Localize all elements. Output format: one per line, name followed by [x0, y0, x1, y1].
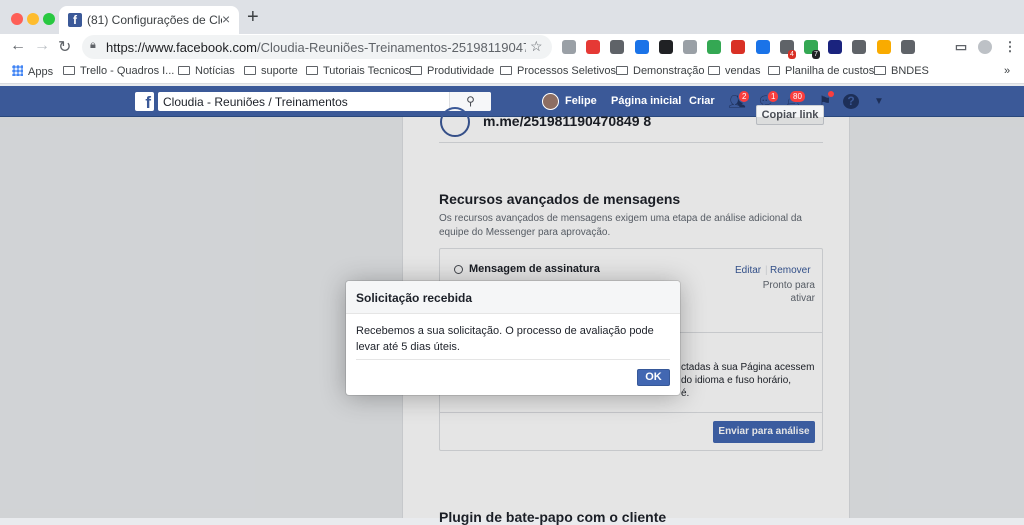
- profile-avatar-icon[interactable]: [978, 40, 992, 54]
- folder-icon: [500, 66, 512, 75]
- facebook-favicon-icon: f: [68, 13, 82, 27]
- bookmark-item[interactable]: vendas: [708, 65, 760, 77]
- bookmark-item[interactable]: Planilha de custos: [768, 65, 874, 77]
- dialog-header: Solicitação recebida: [346, 281, 680, 314]
- dialog-divider: [356, 359, 670, 360]
- extension-badge: 4: [788, 50, 796, 59]
- bookmark-item[interactable]: Apps: [12, 65, 53, 78]
- messenger-badge: 1: [767, 90, 780, 103]
- colors-icon[interactable]: [707, 40, 721, 54]
- tab-title: (81) Configurações de Cloudia: [87, 13, 222, 27]
- url-text: https://www.facebook.com/Cloudia-Reuniõe…: [106, 40, 526, 55]
- back-arrow-icon[interactable]: ←: [10, 37, 26, 55]
- lock-icon: 🔒︎: [90, 39, 96, 51]
- bookmark-label: Trello - Quadros I...: [80, 65, 175, 77]
- url-path: /Cloudia-Reuniões-Treinamentos-251981190…: [257, 40, 526, 55]
- cube-icon[interactable]: [562, 40, 576, 54]
- bookmark-item[interactable]: Processos Seletivos: [500, 65, 616, 77]
- folder-icon: [63, 66, 75, 75]
- bookmark-item[interactable]: Tutoriais Tecnicos: [306, 65, 410, 77]
- request-received-dialog: Solicitação recebida Recebemos a sua sol…: [346, 281, 680, 395]
- youtube-icon[interactable]: [586, 40, 600, 54]
- url-domain: https://www.facebook.com: [106, 40, 258, 55]
- c-icon[interactable]: [901, 40, 915, 54]
- menu-kebab-icon[interactable]: ⋮: [1003, 40, 1017, 54]
- browser-toolbar: ← → ↻ 🔒︎ https://www.facebook.com/Cloudi…: [0, 34, 1024, 61]
- flag-icon[interactable]: [852, 40, 866, 54]
- bookmark-label: Processos Seletivos: [517, 65, 617, 77]
- bookmark-label: Tutoriais Tecnicos: [323, 65, 411, 77]
- facebook-search[interactable]: Cloudia - Reuniões / Treinamentos ⚲: [158, 92, 491, 111]
- share-icon[interactable]: [659, 40, 673, 54]
- user-avatar[interactable]: [542, 93, 559, 110]
- bookmark-label: vendas: [725, 65, 761, 77]
- close-window-button[interactable]: [11, 13, 23, 25]
- bookmark-item[interactable]: BNDES: [874, 65, 929, 77]
- forward-arrow-icon[interactable]: →: [34, 37, 50, 55]
- new-tab-button[interactable]: +: [247, 6, 259, 29]
- ok-button[interactable]: OK: [637, 369, 670, 386]
- transfer-icon[interactable]: [635, 40, 649, 54]
- bookmark-label: Planilha de custos: [785, 65, 875, 77]
- bookmark-item[interactable]: Notícias: [178, 65, 235, 77]
- search-input[interactable]: Cloudia - Reuniões / Treinamentos: [163, 95, 348, 109]
- home-link[interactable]: Página inicial: [611, 95, 681, 107]
- bookmarks-bar: Apps Trello - Quadros I... Notícias suporte…: [0, 61, 1024, 84]
- account-dropdown-icon[interactable]: ▼: [871, 94, 887, 109]
- folder-icon: [768, 66, 780, 75]
- apps-grid-icon: [12, 65, 23, 76]
- bookmark-label: BNDES: [891, 65, 929, 77]
- folder-icon: [410, 66, 422, 75]
- friend-requests-badge: 2: [738, 90, 751, 103]
- maximize-window-button[interactable]: [43, 13, 55, 25]
- bookmark-item[interactable]: Produtividade: [410, 65, 494, 77]
- folder-icon: [178, 66, 190, 75]
- bookmark-item[interactable]: Trello - Quadros I...: [63, 65, 174, 77]
- close-tab-icon[interactable]: ×: [222, 11, 230, 27]
- pages-dot-badge: [828, 91, 834, 97]
- bookmark-label: Notícias: [195, 65, 235, 77]
- power-icon[interactable]: [731, 40, 745, 54]
- minimize-window-button[interactable]: [27, 13, 39, 25]
- bookmark-item[interactable]: suporte: [244, 65, 298, 77]
- chat-icon[interactable]: [683, 40, 697, 54]
- compass-icon[interactable]: [756, 40, 770, 54]
- extension-badge: 7: [812, 50, 820, 59]
- dialog-message: Recebemos a sua solicitação. O processo …: [356, 325, 654, 353]
- bookmark-label: Produtividade: [427, 65, 495, 77]
- dialog-title: Solicitação recebida: [356, 291, 473, 305]
- address-bar[interactable]: 🔒︎ https://www.facebook.com/Cloudia-Reun…: [82, 35, 552, 59]
- notifications-badge: 80: [789, 90, 806, 103]
- m-icon[interactable]: [828, 40, 842, 54]
- bank-icon[interactable]: [877, 40, 891, 54]
- folder-icon: [244, 66, 256, 75]
- browser-tab[interactable]: f (81) Configurações de Cloudia ×: [59, 6, 239, 34]
- profile-link[interactable]: Felipe: [565, 95, 597, 107]
- tab-strip: f (81) Configurações de Cloudia × +: [0, 0, 1024, 34]
- create-link[interactable]: Criar: [689, 95, 715, 107]
- bookmark-label: suporte: [261, 65, 298, 77]
- facebook-logo-icon[interactable]: f: [135, 92, 154, 112]
- folder-icon: [306, 66, 318, 75]
- folder-icon: [616, 66, 628, 75]
- bookmarks-overflow-button[interactable]: »: [1004, 65, 1010, 77]
- screen-icon[interactable]: [610, 40, 624, 54]
- bookmark-label: Demonstração: [633, 65, 705, 77]
- cast-icon[interactable]: ▭: [954, 40, 968, 54]
- reload-icon[interactable]: ↻: [58, 37, 71, 57]
- folder-icon: [874, 66, 886, 75]
- folder-icon: [708, 66, 720, 75]
- bookmark-item[interactable]: Demonstração: [616, 65, 705, 77]
- help-icon[interactable]: ?: [843, 94, 859, 109]
- bookmark-star-icon[interactable]: ☆: [530, 38, 543, 55]
- bookmark-label: Apps: [28, 66, 54, 78]
